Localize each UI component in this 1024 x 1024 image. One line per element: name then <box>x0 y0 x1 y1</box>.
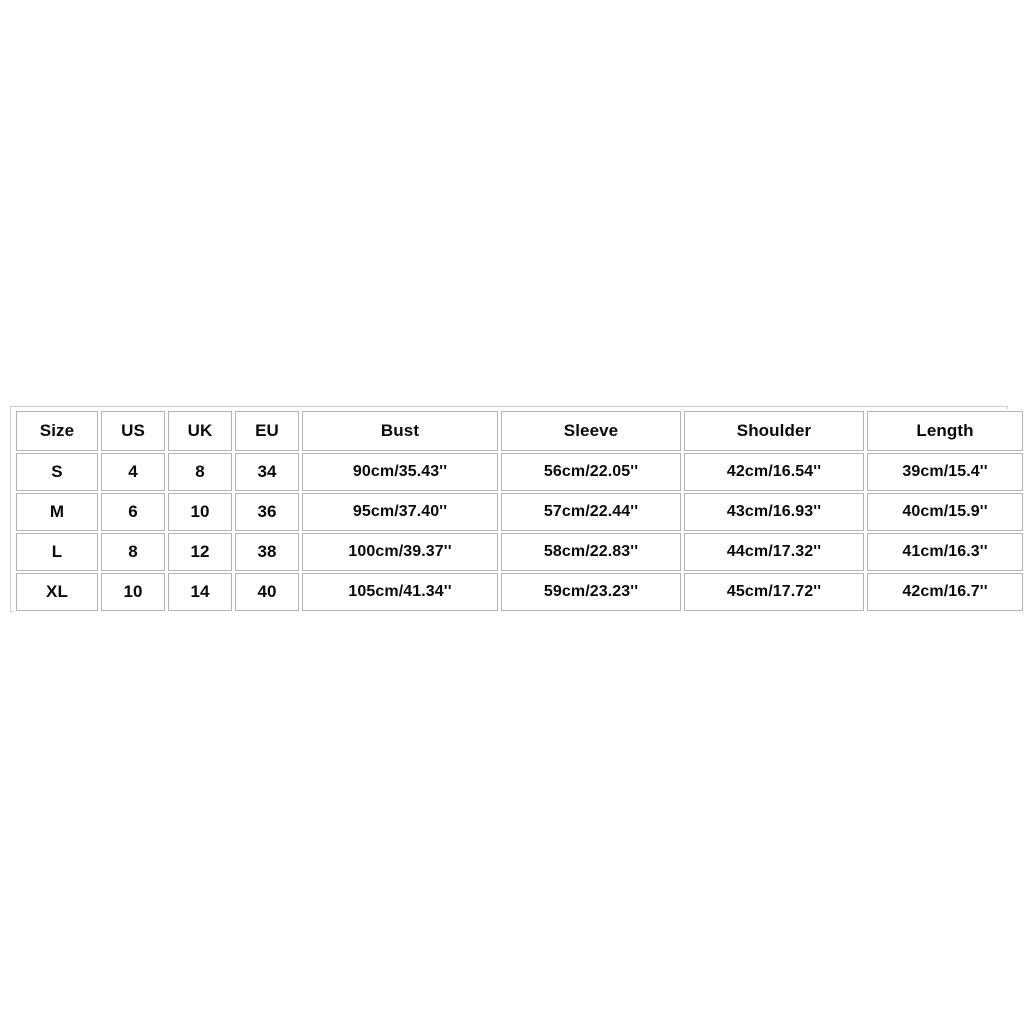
cell-length: 41cm/16.3'' <box>867 533 1023 571</box>
column-header-length: Length <box>867 411 1023 451</box>
table-row: S 4 8 34 90cm/35.43'' 56cm/22.05'' 42cm/… <box>16 453 1023 491</box>
cell-size: XL <box>16 573 98 611</box>
page-canvas: Size US UK EU Bust Sleeve Shoulder Lengt… <box>0 0 1024 1024</box>
size-chart-header: Size US UK EU Bust Sleeve Shoulder Lengt… <box>16 411 1023 451</box>
cell-us: 6 <box>101 493 165 531</box>
cell-bust: 105cm/41.34'' <box>302 573 498 611</box>
cell-eu: 38 <box>235 533 299 571</box>
cell-uk: 12 <box>168 533 232 571</box>
column-header-uk: UK <box>168 411 232 451</box>
cell-sleeve: 56cm/22.05'' <box>501 453 681 491</box>
cell-bust: 95cm/37.40'' <box>302 493 498 531</box>
cell-shoulder: 45cm/17.72'' <box>684 573 864 611</box>
cell-us: 10 <box>101 573 165 611</box>
column-header-bust: Bust <box>302 411 498 451</box>
cell-sleeve: 59cm/23.23'' <box>501 573 681 611</box>
cell-length: 42cm/16.7'' <box>867 573 1023 611</box>
cell-uk: 8 <box>168 453 232 491</box>
table-row: M 6 10 36 95cm/37.40'' 57cm/22.44'' 43cm… <box>16 493 1023 531</box>
cell-size: M <box>16 493 98 531</box>
cell-sleeve: 57cm/22.44'' <box>501 493 681 531</box>
size-chart-body: S 4 8 34 90cm/35.43'' 56cm/22.05'' 42cm/… <box>16 453 1023 611</box>
cell-bust: 90cm/35.43'' <box>302 453 498 491</box>
column-header-shoulder: Shoulder <box>684 411 864 451</box>
size-chart-frame: Size US UK EU Bust Sleeve Shoulder Lengt… <box>10 406 1024 613</box>
cell-eu: 40 <box>235 573 299 611</box>
cell-us: 4 <box>101 453 165 491</box>
column-header-sleeve: Sleeve <box>501 411 681 451</box>
cell-sleeve: 58cm/22.83'' <box>501 533 681 571</box>
cell-shoulder: 43cm/16.93'' <box>684 493 864 531</box>
cell-us: 8 <box>101 533 165 571</box>
cell-shoulder: 44cm/17.32'' <box>684 533 864 571</box>
table-header-row: Size US UK EU Bust Sleeve Shoulder Lengt… <box>16 411 1023 451</box>
cell-size: L <box>16 533 98 571</box>
cell-length: 39cm/15.4'' <box>867 453 1023 491</box>
cell-size: S <box>16 453 98 491</box>
size-chart-table: Size US UK EU Bust Sleeve Shoulder Lengt… <box>13 409 1024 613</box>
cell-uk: 10 <box>168 493 232 531</box>
cell-shoulder: 42cm/16.54'' <box>684 453 864 491</box>
cell-bust: 100cm/39.37'' <box>302 533 498 571</box>
column-header-eu: EU <box>235 411 299 451</box>
table-row: XL 10 14 40 105cm/41.34'' 59cm/23.23'' 4… <box>16 573 1023 611</box>
column-header-us: US <box>101 411 165 451</box>
column-header-size: Size <box>16 411 98 451</box>
cell-uk: 14 <box>168 573 232 611</box>
table-row: L 8 12 38 100cm/39.37'' 58cm/22.83'' 44c… <box>16 533 1023 571</box>
cell-length: 40cm/15.9'' <box>867 493 1023 531</box>
cell-eu: 36 <box>235 493 299 531</box>
cell-eu: 34 <box>235 453 299 491</box>
